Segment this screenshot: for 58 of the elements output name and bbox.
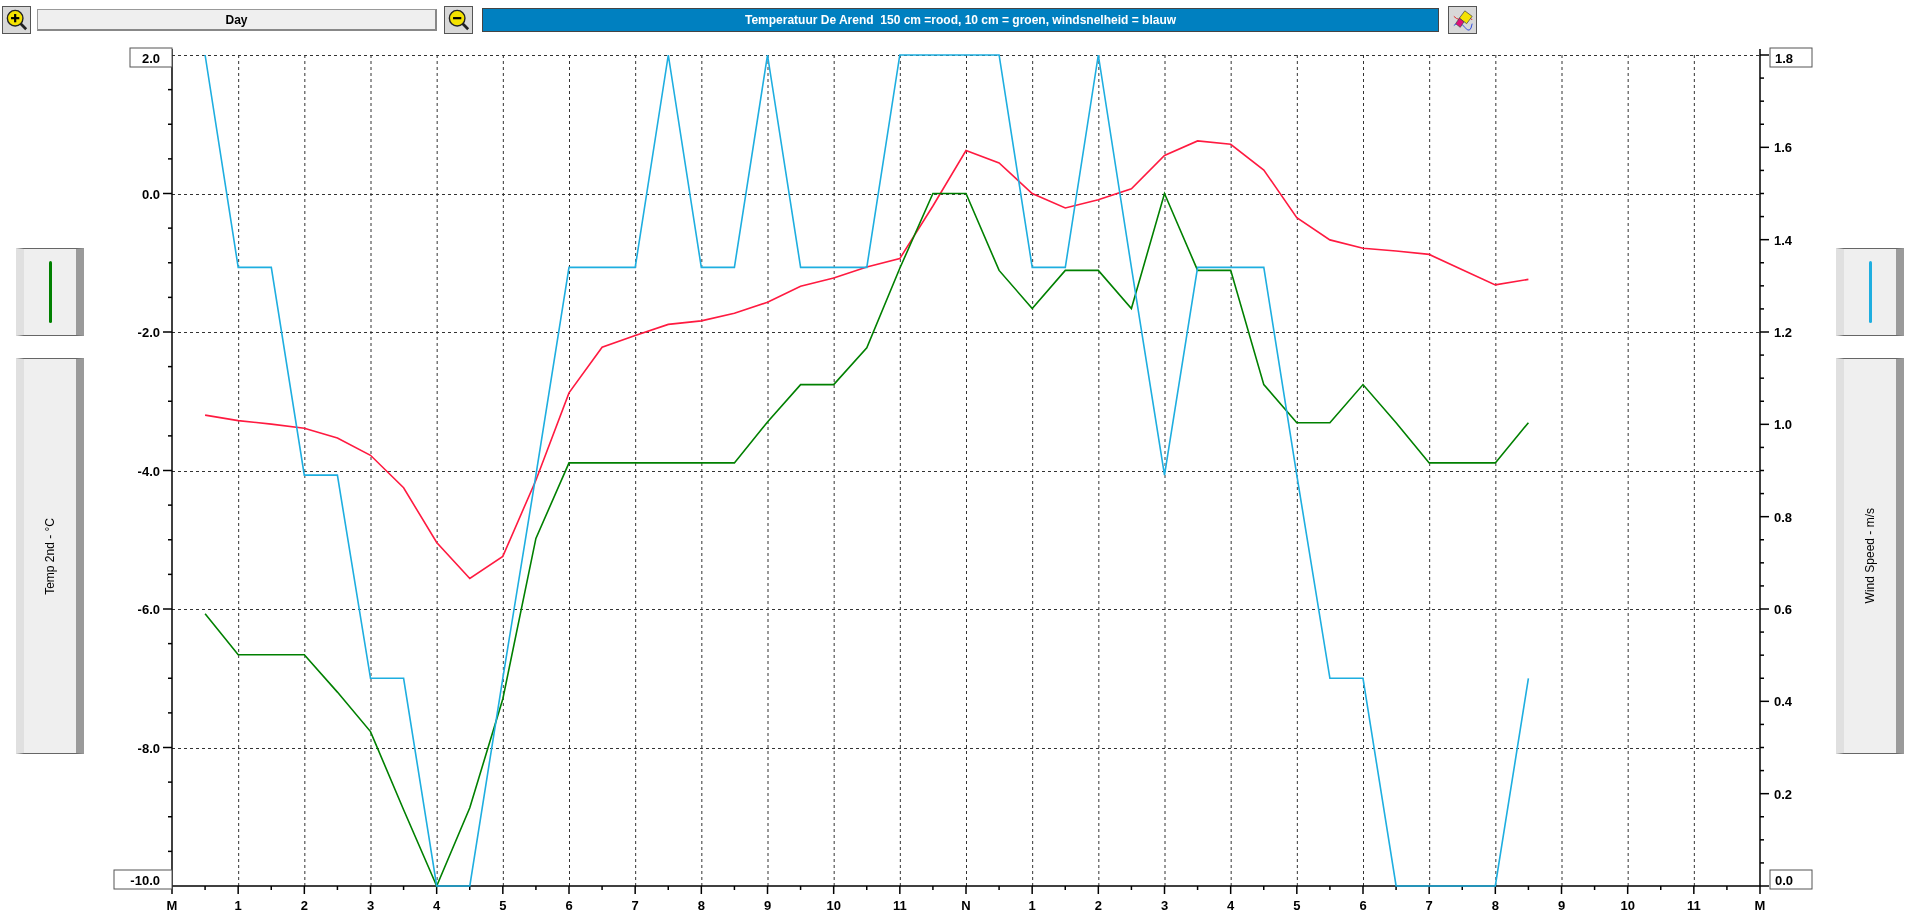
axis-end-label: 2.0 [129, 47, 173, 68]
axis-label: 4 [433, 898, 441, 913]
axis-label: 1 [1028, 898, 1036, 913]
series-color-button[interactable] [1836, 248, 1904, 336]
axis-label: 0.6 [1774, 602, 1793, 617]
y2-tick-label: 0.0 [1775, 873, 1794, 888]
axis-label: 1.4 [1774, 232, 1793, 248]
axis-label: 0.0 [141, 186, 160, 202]
axis-label: 0.4 [1774, 694, 1793, 710]
axis-label: 1.2 [1774, 325, 1793, 340]
axis-label: 0.2 [1774, 786, 1793, 802]
axis-label: -6.0 [137, 602, 160, 617]
axis-title-button[interactable]: Wind Speed - m/s [1836, 358, 1904, 754]
y-tick-label: -10.0 [130, 873, 160, 888]
axis-label: 0.8 [1774, 509, 1793, 525]
axis-label: 2 [300, 898, 308, 913]
series-color-button[interactable] [16, 248, 84, 336]
zoom-out-button[interactable] [444, 6, 473, 34]
zoom-in-icon [5, 9, 28, 31]
axis-label: 5 [1293, 898, 1301, 913]
axis-label: 4 [1227, 898, 1235, 913]
axis-label: 2 [1094, 898, 1102, 913]
axis-label: 1 [234, 898, 242, 913]
axis-label: -8.0 [137, 740, 160, 756]
axis-label: 6 [565, 898, 573, 913]
zoom-in-button[interactable] [2, 6, 31, 34]
axis-label: 11 [892, 898, 907, 913]
axis-label: -2.0 [137, 325, 160, 340]
axis-label: 8 [1491, 898, 1499, 913]
axis-label: 10 [1620, 898, 1635, 913]
axis-label: 1.6 [1774, 140, 1793, 156]
axis-label: 6 [1359, 898, 1367, 913]
eraser-icon [1451, 9, 1474, 31]
axis-label: M [166, 898, 178, 913]
axis-label: 1.0 [1774, 417, 1793, 433]
y2-tick-label: 1.8 [1775, 51, 1794, 66]
axis-title-button[interactable]: Temp 2nd - °C [16, 358, 84, 754]
eraser-button[interactable] [1448, 6, 1477, 34]
axis-label: 10 [826, 898, 841, 913]
axis-label: -4.0 [137, 463, 160, 479]
axis-label: 3 [366, 898, 375, 913]
chart-title: Temperatuur De Arend 150 cm =rood, 10 cm = groen, windsnelheid = blauw [482, 8, 1439, 32]
axis-label: M [1754, 898, 1766, 913]
axis-label: 5 [499, 898, 507, 913]
axis-end-label: -10.0 [113, 869, 173, 890]
axis-label: 8 [697, 898, 705, 913]
axis-label: 11 [1686, 898, 1701, 913]
axis-label: 3 [1160, 898, 1169, 913]
y-tick-label: 2.0 [141, 51, 160, 66]
axis-label: 7 [631, 898, 639, 913]
zoom-out-icon [447, 9, 470, 31]
period-button[interactable]: Day [37, 9, 437, 31]
axis-end-label: 0.0 [1769, 869, 1813, 890]
axis-label: 7 [1425, 898, 1433, 913]
axis-end-label: 1.8 [1769, 47, 1813, 68]
axis-label: 9 [1557, 898, 1566, 913]
axis-label: N [961, 898, 971, 913]
axis-label: 9 [763, 898, 772, 913]
